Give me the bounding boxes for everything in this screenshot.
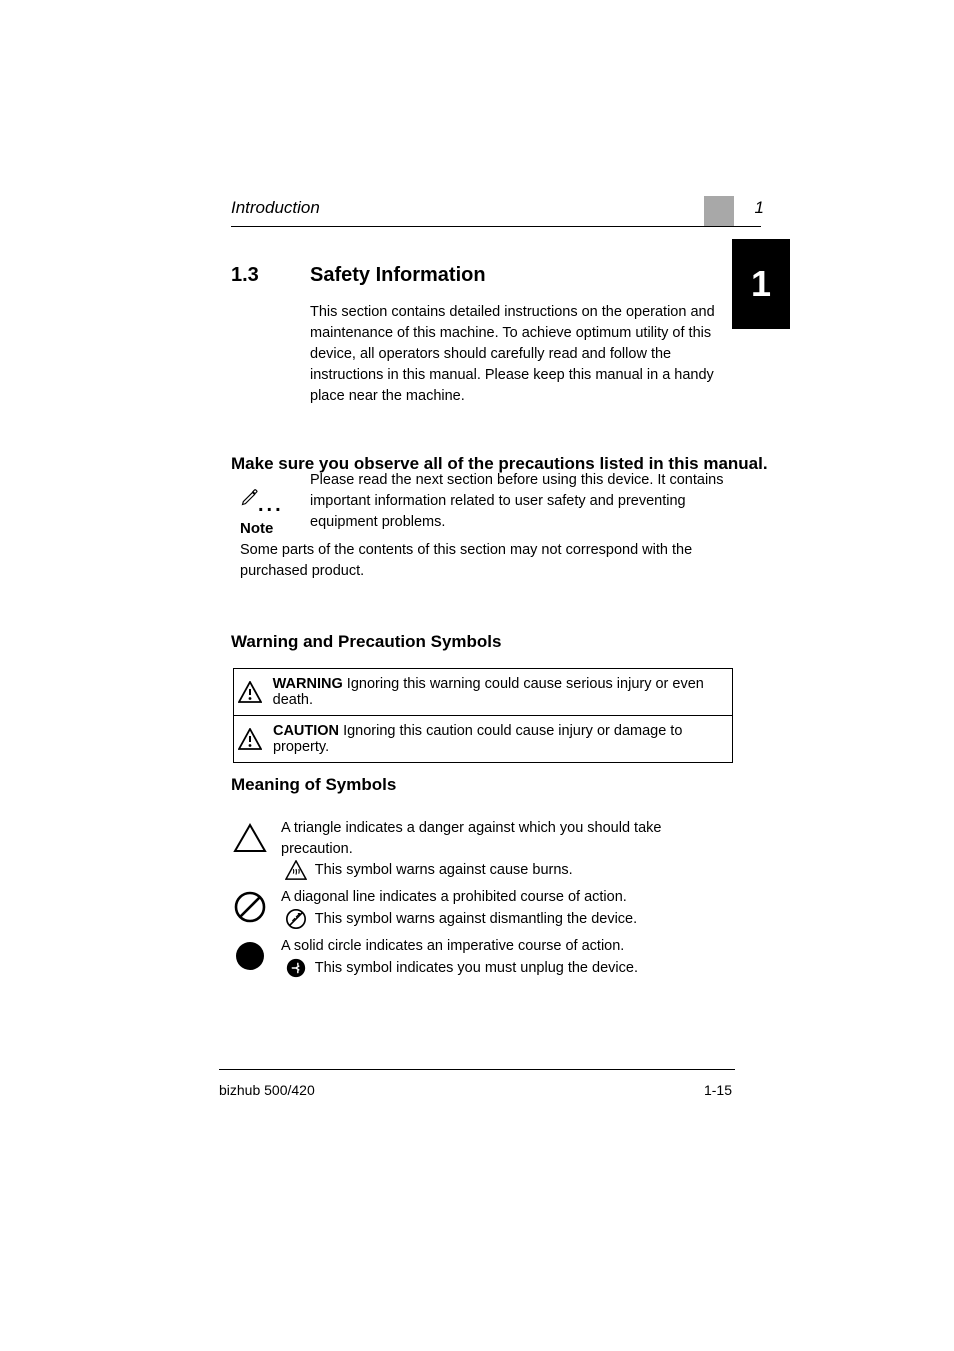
symbol-row-prohibit: A diagonal line indicates a prohibited c…: [231, 887, 731, 930]
warning-caution-table: WARNING Ignoring this warning could caus…: [233, 668, 733, 763]
warning-label: WARNING: [273, 676, 343, 692]
section-body: This section contains detailed instructi…: [310, 302, 730, 533]
header-right: 1: [755, 198, 764, 218]
symbol-row-imperative: A solid circle indicates an imperative c…: [231, 936, 731, 979]
symbol-text: A diagonal line indicates a prohibited c…: [281, 889, 627, 905]
symbol-text: A triangle indicates a danger against wh…: [281, 820, 661, 857]
triangle-outline-icon: [231, 818, 269, 858]
note-title: Note: [240, 520, 273, 537]
section-number: 1.3: [231, 264, 259, 287]
footer-model: bizhub 500/420: [219, 1082, 315, 1098]
table-row: CAUTION Ignoring this caution could caus…: [234, 715, 732, 762]
ellipsis-icon: ...: [258, 494, 284, 517]
subsection-symbols-heading: Warning and Precaution Symbols: [231, 632, 501, 652]
caution-icon: [238, 728, 263, 750]
symbol-row-triangle: A triangle indicates a danger against wh…: [231, 818, 731, 881]
subsection-meaning: Meaning of Symbols: [231, 775, 396, 795]
section-title: Safety Information: [310, 264, 486, 287]
symbol-text-after: This symbol warns against cause burns.: [315, 862, 573, 878]
footer-page-number: 1-15: [704, 1082, 732, 1098]
symbol-text-after: This symbol indicates you must unplug th…: [315, 960, 638, 976]
unplug-icon: [285, 957, 307, 979]
header-rule: [231, 226, 761, 227]
prohibit-icon: [231, 887, 269, 927]
symbol-text: A solid circle indicates an imperative c…: [281, 938, 624, 954]
solid-circle-icon: [231, 936, 269, 976]
caution-label: CAUTION: [273, 723, 339, 739]
footer-rule: [219, 1069, 735, 1070]
table-row: WARNING Ignoring this warning could caus…: [234, 669, 732, 715]
subsection-observe: Make sure you observe all of the precaut…: [231, 454, 768, 474]
pencil-icon: [240, 487, 260, 507]
note-body: Some parts of the contents of this secti…: [240, 540, 730, 582]
prohibit-disassemble-icon: [285, 908, 307, 930]
header-left: Introduction: [231, 198, 320, 218]
warning-icon: [238, 681, 263, 703]
chapter-tab-light: [704, 196, 734, 226]
chapter-tab-dark: 1: [732, 239, 790, 329]
symbol-text-after: This symbol warns against dismantling th…: [315, 911, 637, 927]
triangle-heat-icon: [285, 860, 307, 880]
